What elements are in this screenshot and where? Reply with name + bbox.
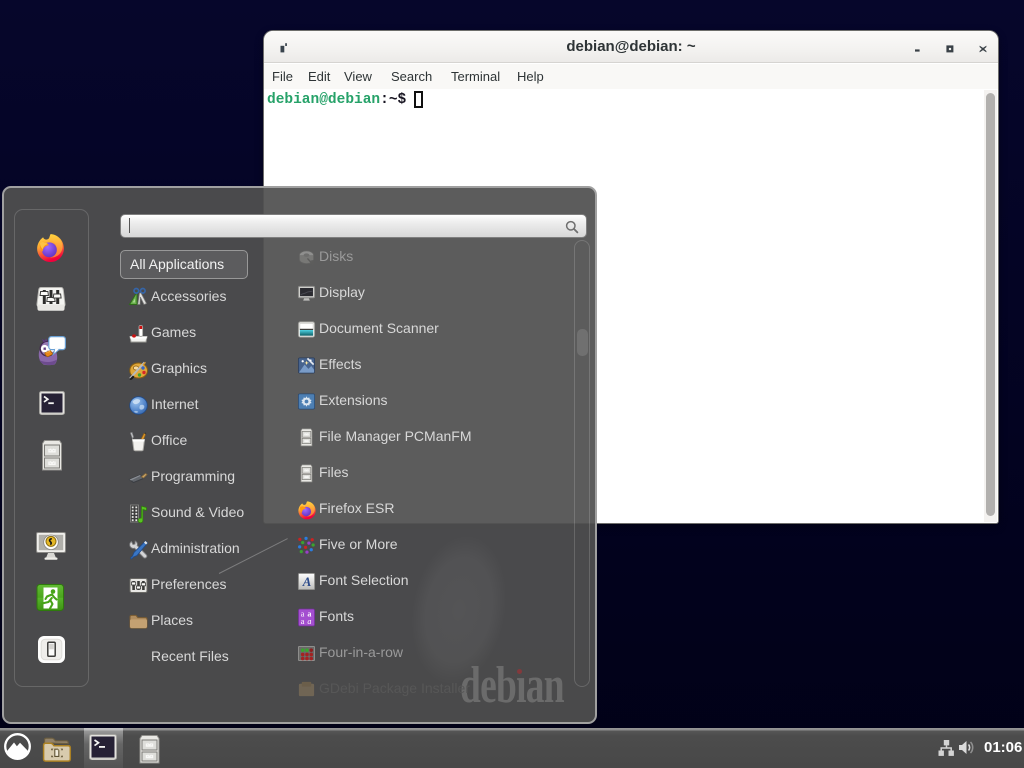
svg-text:A: A: [302, 575, 312, 589]
svg-text:a: a: [301, 617, 305, 626]
svg-text:a: a: [307, 617, 311, 626]
